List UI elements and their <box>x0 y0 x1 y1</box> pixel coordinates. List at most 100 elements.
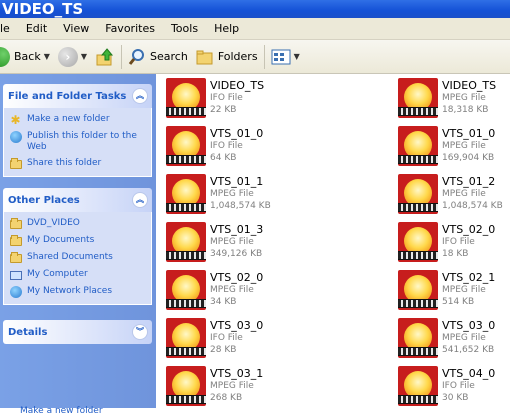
file-type: IFO File <box>210 141 243 151</box>
file-item[interactable]: VTS_04_0 IFO File 30 KB <box>398 366 495 406</box>
file-item[interactable]: VTS_01_0 MPEG File 169,904 KB <box>398 126 495 166</box>
forward-button[interactable]: › ▼ <box>54 42 91 72</box>
file-text: VTS_03_0 MPEG File 541,652 KB <box>442 320 495 356</box>
file-type: MPEG File <box>442 333 486 343</box>
panel-title: Other Places <box>8 194 80 206</box>
file-text: VIDEO_TS MPEG File 18,318 KB <box>442 80 496 116</box>
menu-view[interactable]: View <box>55 18 97 40</box>
menu-favorites[interactable]: Favorites <box>97 18 163 40</box>
up-folder-icon <box>96 47 114 65</box>
other-places-body: DVD_VIDEO My Documents Shared Documents … <box>3 212 152 305</box>
task-share-folder[interactable]: Share this folder <box>9 157 147 170</box>
media-file-icon <box>398 78 438 118</box>
file-type: MPEG File <box>210 381 254 391</box>
folders-button[interactable]: Folders <box>192 42 262 72</box>
file-size: 169,904 KB <box>442 153 495 163</box>
file-item[interactable]: VTS_03_1 MPEG File 268 KB <box>166 366 263 406</box>
globe-icon <box>9 131 22 143</box>
file-item[interactable]: VTS_03_0 MPEG File 541,652 KB <box>398 318 495 358</box>
media-file-icon <box>398 270 438 310</box>
media-file-icon <box>398 318 438 358</box>
file-item[interactable]: VTS_01_0 IFO File 64 KB <box>166 126 263 166</box>
file-type: MPEG File <box>442 141 486 151</box>
file-name: VTS_02_0 <box>210 271 264 284</box>
file-name: VTS_01_0 <box>442 127 496 140</box>
views-button[interactable]: ▼ <box>267 42 304 72</box>
file-name: VTS_03_1 <box>210 367 264 380</box>
file-text: VIDEO_TS IFO File 22 KB <box>210 80 264 116</box>
back-label: Back <box>14 50 41 63</box>
place-dvd-video[interactable]: DVD_VIDEO <box>9 217 147 230</box>
file-name: VTS_01_1 <box>210 175 264 188</box>
file-name: VIDEO_TS <box>210 79 265 92</box>
collapse-chevron-icon[interactable]: ︽ <box>132 88 148 104</box>
back-button[interactable]: Back ▼ <box>0 42 54 72</box>
file-text: VTS_01_0 MPEG File 169,904 KB <box>442 128 495 164</box>
file-text: VTS_02_1 MPEG File 514 KB <box>442 272 495 308</box>
task-pane: File and Folder Tasks ︽ ✱ Make a new fol… <box>0 74 156 416</box>
file-type: IFO File <box>442 381 475 391</box>
menu-tools[interactable]: Tools <box>163 18 206 40</box>
folders-label: Folders <box>217 50 258 63</box>
file-item[interactable]: VTS_02_0 MPEG File 34 KB <box>166 270 263 310</box>
file-item[interactable]: VTS_01_2 MPEG File 1,048,574 KB <box>398 174 503 214</box>
file-item[interactable]: VTS_01_3 MPEG File 349,126 KB <box>166 222 263 262</box>
file-item[interactable]: VTS_02_1 MPEG File 514 KB <box>398 270 495 310</box>
new-folder-icon: ✱ <box>10 112 21 127</box>
file-item[interactable]: VTS_01_1 MPEG File 1,048,574 KB <box>166 174 271 214</box>
search-label: Search <box>150 50 188 63</box>
expand-chevron-icon[interactable]: ︾ <box>132 324 148 340</box>
toolbar-separator <box>121 44 123 69</box>
title-bar[interactable]: VIDEO_TS <box>0 0 510 18</box>
file-type: MPEG File <box>210 285 254 295</box>
file-folder-tasks-header[interactable]: File and Folder Tasks ︽ <box>3 84 152 108</box>
file-name: VTS_03_0 <box>442 319 496 332</box>
media-file-icon <box>166 78 206 118</box>
place-label: Shared Documents <box>27 252 113 262</box>
file-type: MPEG File <box>210 237 254 247</box>
file-item[interactable]: VIDEO_TS MPEG File 18,318 KB <box>398 78 496 118</box>
file-type: IFO File <box>442 237 475 247</box>
file-size: 64 KB <box>210 153 237 163</box>
menu-file[interactable]: le <box>0 18 18 40</box>
other-places-header[interactable]: Other Places ︽ <box>3 188 152 212</box>
file-text: VTS_03_0 IFO File 28 KB <box>210 320 263 356</box>
media-file-icon <box>166 366 206 406</box>
dropdown-arrow-icon: ▼ <box>293 52 300 61</box>
place-my-network-places[interactable]: My Network Places <box>9 286 147 298</box>
panel-title: Details <box>8 326 48 338</box>
file-item[interactable]: VTS_02_0 IFO File 18 KB <box>398 222 495 262</box>
media-file-icon <box>398 222 438 262</box>
file-name: VTS_03_0 <box>210 319 264 332</box>
file-text: VTS_03_1 MPEG File 268 KB <box>210 368 263 404</box>
file-folder-tasks-body: ✱ Make a new folder Publish this folder … <box>3 108 152 177</box>
media-file-icon <box>398 174 438 214</box>
folder-icon <box>9 234 22 247</box>
place-my-computer[interactable]: My Computer <box>9 269 147 281</box>
file-name: VTS_02_0 <box>442 223 496 236</box>
media-file-icon <box>166 318 206 358</box>
media-file-icon <box>166 174 206 214</box>
file-name: VTS_01_2 <box>442 175 496 188</box>
task-make-new-folder[interactable]: ✱ Make a new folder <box>9 114 147 126</box>
file-name: VTS_02_1 <box>442 271 496 284</box>
search-button[interactable]: Search <box>124 42 192 72</box>
file-item[interactable]: VIDEO_TS IFO File 22 KB <box>166 78 264 118</box>
media-file-icon <box>398 126 438 166</box>
file-size: 1,048,574 KB <box>210 201 271 211</box>
file-size: 28 KB <box>210 345 237 355</box>
file-type: MPEG File <box>442 285 486 295</box>
file-item[interactable]: VTS_03_0 IFO File 28 KB <box>166 318 263 358</box>
place-my-documents[interactable]: My Documents <box>9 234 147 247</box>
task-publish-web[interactable]: Publish this folder to the Web <box>9 131 147 153</box>
collapse-chevron-icon[interactable]: ︽ <box>132 192 148 208</box>
menu-help[interactable]: Help <box>206 18 247 40</box>
place-shared-documents[interactable]: Shared Documents <box>9 251 147 264</box>
toolbar: Back ▼ › ▼ Search Folders ▼ <box>0 40 510 74</box>
details-header[interactable]: Details ︾ <box>3 320 152 344</box>
bottom-ghost-text: Make a new folder <box>20 406 103 416</box>
details-panel: Details ︾ <box>3 320 152 344</box>
up-folder-button[interactable] <box>91 42 119 72</box>
menu-edit[interactable]: Edit <box>18 18 55 40</box>
network-icon <box>9 286 22 298</box>
